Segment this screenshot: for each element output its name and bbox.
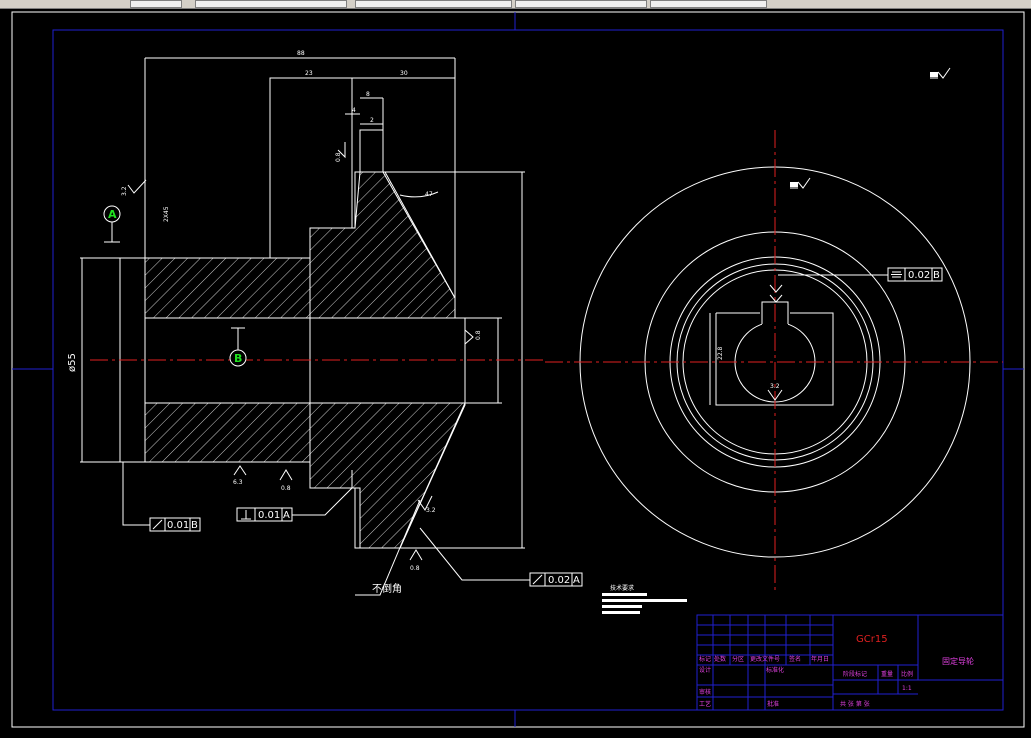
fcf-sym-b-value: 0.02 xyxy=(908,270,930,281)
dim-length-4: 4 xyxy=(352,107,356,114)
dim-length-5: 2 xyxy=(370,117,374,124)
front-view: 22.8 3.2 0.02 B xyxy=(545,67,1003,590)
fcf-perp-a-ref: A xyxy=(283,510,290,521)
tb-scale-value: 1:1 xyxy=(902,685,912,692)
cad-drawing: 88 23 30 8 4 2 47 2X45 ø55 3.2 0.8 0.8 6… xyxy=(11,11,1025,728)
roughness-value: 3.2 xyxy=(121,186,128,196)
roughness-value: 0.8 xyxy=(410,565,420,572)
datum-b-label: B xyxy=(234,352,242,365)
tb-process: 工艺 xyxy=(699,700,711,708)
material-label: GCr15 xyxy=(856,634,888,645)
tb-sign: 签名 xyxy=(789,655,801,663)
dim-length-3: 8 xyxy=(366,91,370,98)
no-chamfer-label: 不倒角 xyxy=(372,583,402,595)
tb-weight: 重量 xyxy=(881,670,893,678)
tb-design: 设计 xyxy=(699,666,711,674)
tb-date: 年月日 xyxy=(811,655,829,663)
drawing-canvas[interactable]: 88 23 30 8 4 2 47 2X45 ø55 3.2 0.8 0.8 6… xyxy=(0,9,1031,734)
fcf-runout-b-value: 0.01 xyxy=(167,520,189,531)
dim-overall-length: 88 xyxy=(297,50,305,57)
toolbar-combo[interactable] xyxy=(515,0,647,8)
toolbar-button[interactable] xyxy=(130,0,182,8)
dim-length-1: 23 xyxy=(305,70,313,77)
tb-scale: 比例 xyxy=(901,670,913,678)
key-width-dim: 22.8 xyxy=(717,346,724,360)
part-name: 固定导轮 xyxy=(942,656,974,666)
fcf-sym-b-ref: B xyxy=(933,270,940,281)
roughness-value: 0.8 xyxy=(335,152,342,162)
roughness-value: 3.2 xyxy=(770,383,780,390)
dim-angle: 47 xyxy=(425,191,433,198)
tb-approve: 批准 xyxy=(767,700,779,708)
inner-frame xyxy=(52,29,1004,711)
title-block: GCr15 固定导轮 标记 处数 分区 更改文件号 签名 年月日 设计 标准化 … xyxy=(696,614,1004,711)
tb-mark: 标记 xyxy=(699,655,711,663)
roughness-value: 0.8 xyxy=(281,485,291,492)
fcf-runout-a-ref: A xyxy=(573,575,580,586)
toolbar-combo[interactable] xyxy=(355,0,512,8)
tb-zone: 分区 xyxy=(732,655,744,663)
tb-sheets: 共 张 第 张 xyxy=(840,700,870,708)
section-view: 88 23 30 8 4 2 47 2X45 ø55 3.2 0.8 0.8 6… xyxy=(67,50,583,596)
datum-a-label: A xyxy=(108,208,117,221)
roughness-value: 0.8 xyxy=(475,330,482,340)
roughness-value: 6.3 xyxy=(233,479,243,486)
chamfer-label: 2X45 xyxy=(163,206,170,222)
outer-border xyxy=(11,11,1025,728)
tech-req-title: 技术要求 xyxy=(610,584,634,592)
roughness-value: 3.2 xyxy=(426,507,436,514)
tb-stage-mark: 阶段标记 xyxy=(843,670,867,678)
diameter-label: ø55 xyxy=(67,353,78,372)
fcf-runout-b-ref: B xyxy=(191,520,198,531)
tb-standardize: 标准化 xyxy=(766,666,784,674)
tb-count: 处数 xyxy=(714,655,726,663)
fcf-perp-a-value: 0.01 xyxy=(258,510,280,521)
dim-length-2: 30 xyxy=(400,70,408,77)
toolbar-combo[interactable] xyxy=(650,0,767,8)
toolbar-combo[interactable] xyxy=(195,0,347,8)
tb-change-doc: 更改文件号 xyxy=(750,655,780,663)
fcf-runout-a-value: 0.02 xyxy=(548,575,570,586)
tb-review: 审核 xyxy=(699,688,711,696)
toolbar-strip xyxy=(0,0,1031,9)
